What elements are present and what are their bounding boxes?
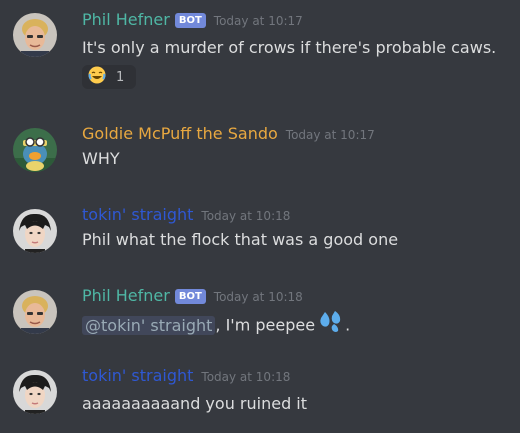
message-text: aaaaaaaaaand you ruined it	[82, 394, 308, 413]
author-name[interactable]: tokin' straight	[82, 205, 193, 224]
author-name[interactable]: tokin' straight	[82, 366, 193, 385]
reaction-button[interactable]: 1	[82, 65, 136, 89]
message-header: tokin' straight Today at 10:18	[82, 366, 290, 385]
timestamp: Today at 10:18	[201, 209, 291, 223]
avatar-tokin-straight[interactable]	[13, 370, 57, 414]
message-text-part: , I'm peepee	[215, 315, 316, 335]
message-text: It's only a murder of crows if there's p…	[82, 38, 497, 57]
message-header: tokin' straight Today at 10:18	[82, 205, 290, 224]
message-text: @tokin' straight, I'm peepee .	[82, 310, 351, 340]
timestamp: Today at 10:18	[213, 290, 303, 304]
message-text: Phil what the flock that was a good one	[82, 230, 399, 249]
reaction-count: 1	[116, 69, 125, 85]
bot-badge: BOT	[174, 13, 206, 28]
sweat-drops-icon	[319, 310, 345, 338]
message-text: WHY	[82, 149, 120, 168]
author-name[interactable]: Goldie McPuff the Sando	[82, 124, 278, 143]
timestamp: Today at 10:17	[213, 14, 303, 28]
author-name[interactable]: Phil Hefner	[82, 286, 170, 305]
avatar-phil-hefner[interactable]	[13, 290, 57, 334]
user-mention[interactable]: @tokin' straight	[82, 315, 216, 335]
message-header: Goldie McPuff the Sando Today at 10:17	[82, 124, 375, 143]
message-header: Phil Hefner BOT Today at 10:18	[82, 286, 303, 306]
message-text-end: .	[345, 315, 351, 335]
avatar-goldie-mcpuff[interactable]	[13, 128, 57, 172]
bot-badge: BOT	[174, 289, 206, 304]
message-header: Phil Hefner BOT Today at 10:17	[82, 10, 303, 30]
author-name[interactable]: Phil Hefner	[82, 10, 170, 29]
timestamp: Today at 10:18	[201, 370, 291, 384]
avatar-phil-hefner[interactable]	[13, 13, 57, 57]
timestamp: Today at 10:17	[285, 128, 375, 142]
avatar-tokin-straight[interactable]	[13, 209, 57, 253]
joy-emoji-icon	[88, 66, 106, 88]
